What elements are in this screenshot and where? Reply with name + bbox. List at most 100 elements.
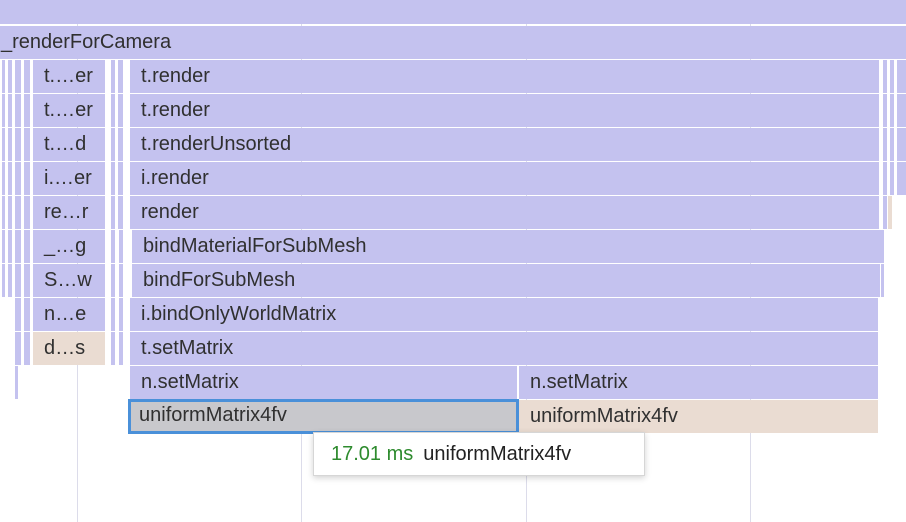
flame-frame[interactable] [111, 60, 115, 93]
flame-frame[interactable] [2, 264, 5, 297]
flame-frame-t-set-matrix[interactable]: t.setMatrix [130, 332, 878, 365]
flame-frame[interactable] [24, 264, 30, 297]
flame-frame[interactable] [8, 230, 12, 263]
flame-frame[interactable] [15, 264, 21, 297]
flame-frame-uniform-matrix4fv[interactable]: uniformMatrix4fv [519, 400, 878, 433]
flame-frame[interactable]: S…w [33, 264, 105, 297]
tooltip-duration: 17.01 ms [331, 443, 414, 465]
flame-frame[interactable] [0, 0, 906, 24]
flame-frame[interactable] [881, 264, 884, 297]
flame-frame[interactable] [24, 298, 30, 331]
flame-frame[interactable]: i.…er [33, 162, 105, 195]
flame-frame[interactable] [15, 230, 21, 263]
flame-frame[interactable] [8, 128, 12, 161]
frame-label: t.setMatrix [141, 337, 234, 359]
flame-frame-bind-material-for-sub-mesh[interactable]: bindMaterialForSubMesh [132, 230, 884, 263]
frame-label: _…g [44, 235, 87, 257]
flame-frame[interactable] [15, 94, 21, 127]
flame-frame[interactable] [119, 230, 123, 263]
flame-frame[interactable] [2, 162, 5, 195]
flame-frame[interactable] [119, 332, 123, 365]
flame-frame-t-render-unsorted[interactable]: t.renderUnsorted [130, 128, 879, 161]
flame-frame[interactable]: re…r [33, 196, 105, 229]
frame-label: S…w [44, 269, 92, 291]
flame-frame[interactable] [15, 196, 21, 229]
flame-frame[interactable] [118, 128, 123, 161]
flame-frame[interactable] [24, 60, 30, 93]
flame-frame[interactable] [111, 162, 115, 195]
flame-frame[interactable] [111, 128, 115, 161]
flame-frame[interactable] [8, 162, 12, 195]
flame-frame[interactable] [24, 332, 30, 365]
flame-frame[interactable] [897, 94, 906, 127]
flame-frame[interactable] [111, 298, 115, 331]
flame-frame[interactable] [2, 128, 5, 161]
flame-frame[interactable] [15, 128, 21, 161]
flame-frame-uniform-matrix4fv-selected[interactable]: uniformMatrix4fv [128, 399, 519, 434]
flame-frame-bind-only-world-matrix[interactable]: i.bindOnlyWorldMatrix [130, 298, 878, 331]
flame-frame[interactable] [888, 196, 892, 229]
flame-frame[interactable] [119, 298, 123, 331]
frame-label: _renderForCamera [1, 31, 172, 53]
frame-label: bindForSubMesh [143, 269, 296, 291]
flame-frame-t-render[interactable]: t.render [130, 94, 879, 127]
flame-frame-render-for-camera[interactable]: _renderForCamera [0, 26, 906, 59]
flame-frame[interactable]: n…e [33, 298, 105, 331]
flame-frame[interactable] [118, 60, 123, 93]
flame-frame[interactable] [111, 230, 115, 263]
flame-frame[interactable] [890, 162, 894, 195]
frame-label: re…r [44, 201, 89, 223]
flame-frame[interactable] [8, 94, 12, 127]
flame-frame-n-set-matrix[interactable]: n.setMatrix [130, 366, 517, 399]
flame-frame[interactable]: _…g [33, 230, 105, 263]
flame-frame[interactable] [883, 196, 887, 229]
flame-frame[interactable] [897, 162, 906, 195]
frame-label: uniformMatrix4fv [530, 405, 678, 427]
flame-frame[interactable] [15, 162, 21, 195]
flame-frame[interactable] [119, 264, 123, 297]
flame-frame[interactable] [24, 196, 30, 229]
flame-frame[interactable] [118, 94, 123, 127]
flame-frame[interactable] [883, 94, 887, 127]
flame-frame[interactable] [890, 94, 894, 127]
flame-frame[interactable] [883, 128, 887, 161]
flame-frame[interactable]: t.…d [33, 128, 105, 161]
flame-frame[interactable] [8, 196, 12, 229]
flame-frame[interactable] [2, 60, 5, 93]
flame-frame[interactable] [2, 94, 5, 127]
flame-frame[interactable] [15, 332, 21, 365]
flame-frame-bind-for-sub-mesh[interactable]: bindForSubMesh [132, 264, 880, 297]
flame-frame[interactable] [883, 162, 887, 195]
flame-frame[interactable]: t.…er [33, 60, 105, 93]
flame-frame[interactable] [111, 196, 115, 229]
flame-frame[interactable] [118, 196, 123, 229]
flame-frame[interactable] [15, 366, 18, 399]
frame-label: i.bindOnlyWorldMatrix [141, 303, 337, 325]
flame-frame[interactable] [24, 230, 30, 263]
flame-frame-n-set-matrix[interactable]: n.setMatrix [519, 366, 878, 399]
flame-frame-render[interactable]: render [130, 196, 879, 229]
flame-frame-i-render[interactable]: i.render [130, 162, 879, 195]
flame-frame[interactable] [111, 332, 115, 365]
flame-frame[interactable] [111, 94, 115, 127]
flame-frame[interactable] [2, 230, 5, 263]
flame-frame[interactable] [8, 264, 12, 297]
flame-frame[interactable] [15, 298, 21, 331]
flame-frame[interactable]: t.…er [33, 94, 105, 127]
flame-frame[interactable] [2, 196, 5, 229]
frame-label: i.render [141, 167, 209, 189]
flame-frame[interactable] [15, 60, 21, 93]
flame-frame[interactable]: d…s [33, 332, 105, 365]
flame-frame[interactable] [24, 94, 30, 127]
flame-frame[interactable] [24, 162, 30, 195]
flame-frame-t-render[interactable]: t.render [130, 60, 879, 93]
flame-frame[interactable] [897, 60, 906, 93]
flame-frame[interactable] [890, 128, 894, 161]
flame-frame[interactable] [118, 162, 123, 195]
flame-frame[interactable] [883, 60, 887, 93]
flame-frame[interactable] [890, 60, 894, 93]
flame-frame[interactable] [24, 128, 30, 161]
flame-frame[interactable] [8, 60, 12, 93]
flame-frame[interactable] [897, 128, 906, 161]
flame-frame[interactable] [111, 264, 115, 297]
